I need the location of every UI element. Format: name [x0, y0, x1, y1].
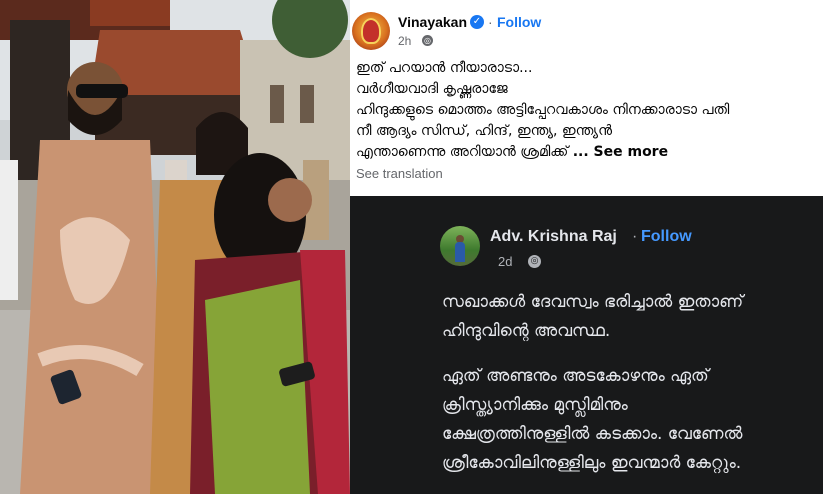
- krishna-raj-avatar[interactable]: [440, 226, 480, 266]
- post-line: സഖാക്കൾ ദേവസ്വം ഭരിച്ചാൽ ഇതാണ്: [442, 292, 744, 312]
- follow-button[interactable]: Follow: [641, 228, 692, 246]
- see-more-link[interactable]: ... See more: [573, 144, 668, 160]
- globe-icon: ◎: [528, 255, 541, 268]
- temple-photo: [0, 0, 350, 494]
- post-line: ഇത് പറയാൻ നീയാരാടാ...: [356, 60, 533, 76]
- post-timestamp[interactable]: 2d: [498, 254, 512, 269]
- separator-dot: ·: [632, 228, 638, 245]
- post-line: ശ്രീകോവിലിനുള്ളിലും ഇവന്മാർ കേറ്റും.: [442, 453, 742, 473]
- separator-dot: ·: [488, 14, 493, 30]
- post-line: ഏത് അണ്ടനും അടകോഴനും ഏത്: [442, 366, 709, 386]
- globe-icon: ◎: [422, 35, 433, 46]
- post-line: നീ ആദ്യം സിന്ധ്, ഹിന്ദ്, ഇന്ത്യ, ഇന്ത്യൻ: [356, 123, 612, 139]
- photo-illustration: [0, 0, 350, 494]
- post-text: സഖാക്കൾ ദേവസ്വം ഭരിച്ചാൽ ഇതാണ് ഹിന്ദുവിന…: [442, 288, 820, 478]
- post-text: ഇത് പറയാൻ നീയാരാടാ... വർഗീയവാദി കൃഷ്ണരാജ…: [356, 58, 821, 163]
- vinayakan-avatar[interactable]: [352, 12, 390, 50]
- deity-image-icon: [361, 18, 381, 44]
- avatar-body: [455, 242, 465, 262]
- post-line: ക്രിസ്ത്യാനിക്കും മുസ്ലിമിനും: [442, 395, 628, 415]
- see-translation-link[interactable]: See translation: [356, 166, 443, 181]
- post-line-last: എന്താണെന്നു അറിയാൻ ശ്രമിക്ക് ... See mor…: [356, 142, 821, 163]
- post-line: ക്ഷേത്രത്തിനുള്ളിൽ കടക്കാം. വേണേൽ: [442, 424, 743, 444]
- post-author-name[interactable]: Vinayakan: [398, 14, 467, 30]
- post-line: ഹിന്ദുവിന്റെ അവസ്ഥ.: [442, 321, 611, 341]
- post-author-name[interactable]: Adv. Krishna Raj: [490, 228, 617, 246]
- post-line: ഹിന്ദുക്കളുടെ മൊത്തം അട്ടിപ്പേറവകാശം നിന…: [356, 102, 730, 118]
- krishna-raj-post: Adv. Krishna Raj · Follow 2d ◎ സഖാക്കൾ ദ…: [350, 196, 823, 494]
- post-line: എന്താണെന്നു അറിയാൻ ശ്രമിക്ക്: [356, 144, 569, 160]
- verified-badge-icon: ✓: [470, 15, 484, 29]
- post-timestamp[interactable]: 2h: [398, 34, 411, 48]
- post-line: വർഗീയവാദി കൃഷ്ണരാജേ: [356, 81, 508, 97]
- vinayakan-post: Vinayakan ✓ · Follow 2h ◎ ഇത് പറയാൻ നീയാ…: [350, 0, 823, 196]
- follow-button[interactable]: Follow: [497, 14, 541, 30]
